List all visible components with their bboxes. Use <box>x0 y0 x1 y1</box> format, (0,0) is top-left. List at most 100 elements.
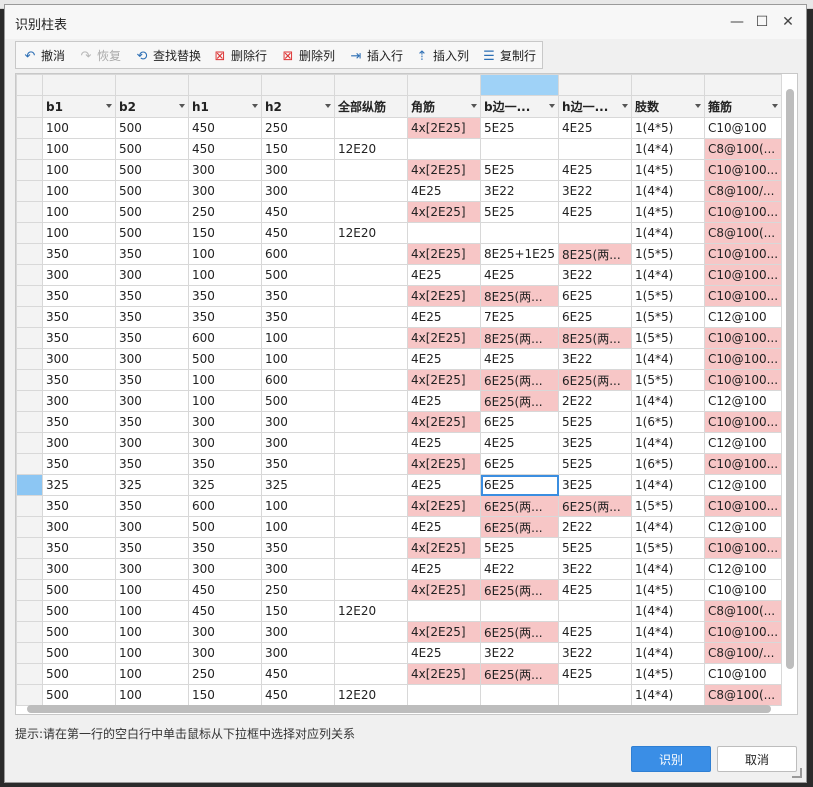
table-cell[interactable]: 350 <box>188 285 262 307</box>
table-row[interactable]: 300 300 100 500 4E25 6E25(两... 2E22 1(4*4) C12@1… <box>16 390 783 412</box>
table-cell[interactable]: C8@100(... <box>704 222 783 244</box>
table-cell[interactable]: 300 <box>115 264 189 286</box>
table-cell[interactable]: 350 <box>42 495 116 517</box>
table-cell[interactable]: 500 <box>42 684 116 706</box>
table-row[interactable]: 300 300 100 500 4E25 4E25 3E22 1(4*4) C10@100... <box>16 264 783 286</box>
table-cell[interactable]: 300 <box>261 432 335 454</box>
table-cell[interactable]: 1(4*4) <box>631 390 706 412</box>
column-header[interactable]: 箍筋 <box>704 95 783 118</box>
column-header[interactable]: b1 <box>42 95 116 118</box>
table-cell[interactable] <box>334 201 408 223</box>
table-cell[interactable]: C8@100(... <box>704 684 783 706</box>
table-cell[interactable] <box>334 663 408 685</box>
table-cell[interactable]: 350 <box>42 306 116 328</box>
table-cell[interactable]: 4E22 <box>479 558 560 580</box>
table-cell[interactable]: 5E25 <box>479 159 560 181</box>
table-cell[interactable]: 350 <box>115 327 189 349</box>
table-cell[interactable]: 4E25 <box>407 180 481 202</box>
table-cell[interactable]: 300 <box>115 516 189 538</box>
resize-grip[interactable] <box>792 768 802 778</box>
table-cell[interactable]: 1(4*4) <box>631 264 706 286</box>
table-cell[interactable]: 5E25 <box>558 537 633 559</box>
table-cell[interactable]: 12E20 <box>334 684 408 706</box>
table-cell[interactable]: 6E25 <box>558 285 633 307</box>
row-header[interactable] <box>16 600 43 622</box>
vertical-scrollbar[interactable] <box>786 89 796 669</box>
row-header[interactable] <box>16 516 43 538</box>
table-cell[interactable]: 5E25 <box>558 453 633 475</box>
column-selector-cell[interactable] <box>261 74 335 96</box>
table-cell[interactable]: 350 <box>261 453 335 475</box>
table-cell[interactable]: 1(6*5) <box>631 411 706 433</box>
table-cell[interactable]: 100 <box>115 642 189 664</box>
table-cell[interactable]: C10@100... <box>704 327 783 349</box>
table-cell[interactable]: 3E25 <box>558 474 633 496</box>
minimize-button[interactable]: — <box>727 12 747 32</box>
table-cell[interactable] <box>334 453 408 475</box>
table-row[interactable]: 350 350 350 350 4x[2E25] 5E25 5E25 1(5*5) C10@10… <box>16 537 783 559</box>
table-cell[interactable]: 2E22 <box>558 390 633 412</box>
table-cell[interactable]: 7E25 <box>479 306 560 328</box>
table-cell[interactable]: 4E25 <box>407 432 481 454</box>
table-cell[interactable]: 500 <box>261 264 335 286</box>
table-cell[interactable] <box>558 600 633 622</box>
table-cell[interactable]: 100 <box>188 264 262 286</box>
table-cell[interactable]: 350 <box>115 495 189 517</box>
insert-column-button[interactable]: ⇡ 插入列 <box>414 46 469 66</box>
row-header[interactable] <box>16 684 43 706</box>
table-cell[interactable] <box>334 306 408 328</box>
table-cell[interactable]: 300 <box>188 411 262 433</box>
row-header[interactable] <box>16 390 43 412</box>
table-cell[interactable]: 1(4*4) <box>631 138 706 160</box>
table-cell[interactable]: 12E20 <box>334 138 408 160</box>
table-cell[interactable] <box>334 432 408 454</box>
undo-button[interactable]: ↶ 撤消 <box>22 46 65 66</box>
row-header[interactable] <box>16 537 43 559</box>
table-cell[interactable]: 1(4*4) <box>631 558 706 580</box>
table-row[interactable]: 350 350 600 100 4x[2E25] 8E25(两... 8E25(两... 1(… <box>16 327 783 349</box>
table-row[interactable]: 500 100 300 300 4x[2E25] 6E25(两... 4E25 1(4*4) C… <box>16 621 783 643</box>
table-cell[interactable]: 1(5*5) <box>631 243 706 265</box>
table-cell[interactable] <box>479 600 560 622</box>
table-cell[interactable]: 300 <box>188 621 262 643</box>
table-cell[interactable]: 300 <box>261 621 335 643</box>
table-cell[interactable]: 350 <box>261 537 335 559</box>
table-cell[interactable]: 350 <box>115 243 189 265</box>
table-cell[interactable]: 1(5*5) <box>631 369 706 391</box>
table-cell[interactable]: 600 <box>188 327 262 349</box>
table-row[interactable]: 100 500 250 450 4x[2E25] 5E25 4E25 1(4*5) C10@10… <box>16 201 783 223</box>
table-cell[interactable]: 4E25 <box>558 201 633 223</box>
table-cell[interactable]: 6E25(两... <box>479 663 560 685</box>
table-cell[interactable]: 450 <box>261 684 335 706</box>
table-row[interactable]: 300 300 500 100 4E25 6E25(两... 2E22 1(4*4) C12@1… <box>16 516 783 538</box>
table-row[interactable]: 500 100 250 450 4x[2E25] 6E25(两... 4E25 1(4*5) C… <box>16 663 783 685</box>
table-cell[interactable]: 500 <box>115 117 189 139</box>
table-row[interactable]: 500 100 300 300 4E25 3E22 3E22 1(4*4) C8@100/... <box>16 642 783 664</box>
table-cell[interactable] <box>334 642 408 664</box>
table-cell[interactable]: C10@100 <box>704 663 783 685</box>
table-cell[interactable]: 4x[2E25] <box>407 243 481 265</box>
delete-row-button[interactable]: ⊠ 删除行 <box>212 46 267 66</box>
find-replace-button[interactable]: ⟲ 查找替换 <box>134 46 201 66</box>
table-cell[interactable]: 500 <box>42 579 116 601</box>
table-cell[interactable]: 4E25 <box>558 621 633 643</box>
table-cell[interactable] <box>407 600 481 622</box>
table-cell[interactable]: 100 <box>188 243 262 265</box>
row-header[interactable] <box>16 201 43 223</box>
table-row[interactable]: 300 300 300 300 4E25 4E22 3E22 1(4*4) C12@100 <box>16 558 783 580</box>
table-cell[interactable]: C10@100... <box>704 537 783 559</box>
table-cell[interactable]: 300 <box>188 159 262 181</box>
table-cell[interactable]: C12@100 <box>704 558 783 580</box>
table-cell[interactable] <box>334 348 408 370</box>
table-row[interactable]: 300 300 500 100 4E25 4E25 3E22 1(4*4) C10@100... <box>16 348 783 370</box>
table-cell[interactable] <box>558 222 633 244</box>
table-cell[interactable]: 4E25 <box>407 264 481 286</box>
table-cell[interactable]: 4E25 <box>407 390 481 412</box>
row-header[interactable] <box>16 264 43 286</box>
table-cell[interactable]: 500 <box>115 138 189 160</box>
table-cell[interactable]: 600 <box>188 495 262 517</box>
table-cell[interactable]: 1(4*4) <box>631 684 706 706</box>
table-cell[interactable]: 6E25 <box>558 306 633 328</box>
table-cell[interactable]: 300 <box>115 390 189 412</box>
column-selector-cell[interactable] <box>42 74 116 96</box>
